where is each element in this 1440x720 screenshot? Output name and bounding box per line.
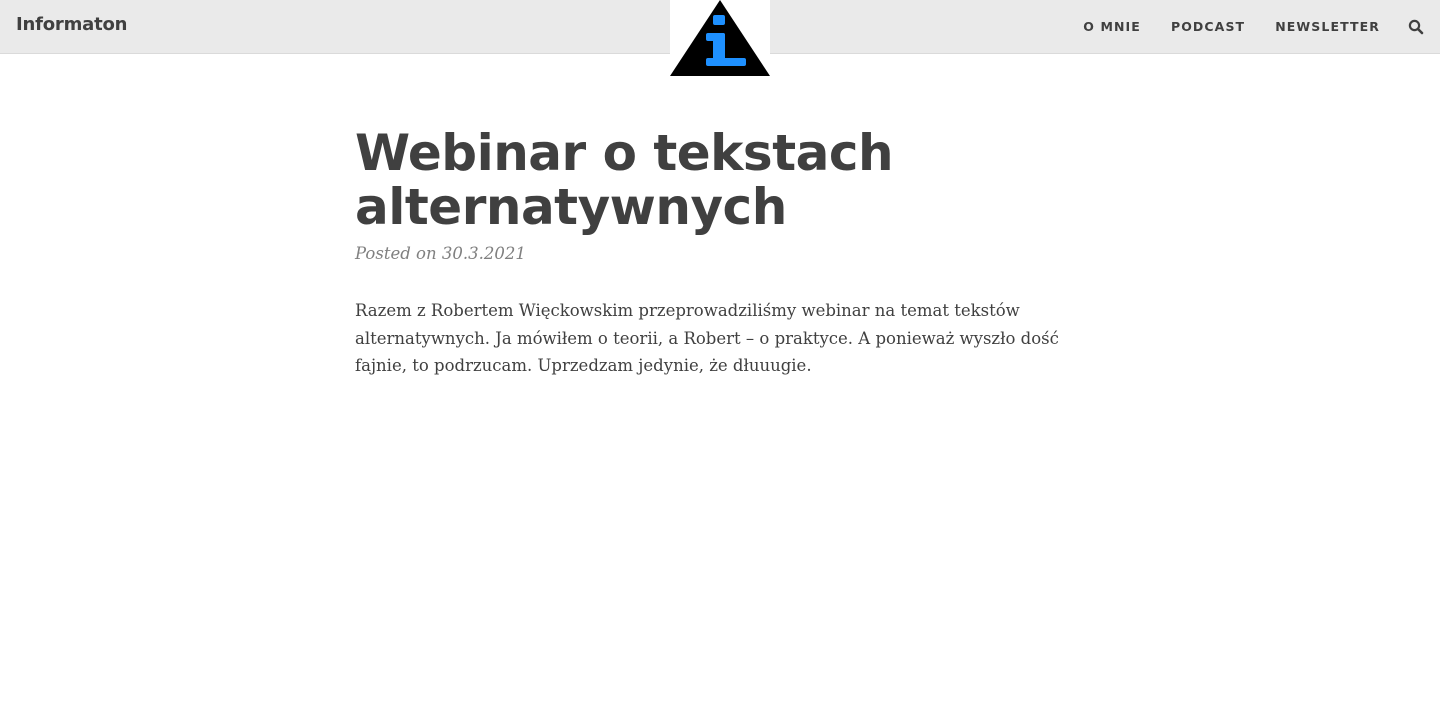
- main-nav: O MNIE PODCAST NEWSLETTER: [1083, 19, 1380, 34]
- post-body-paragraph: Razem z Robertem Więckowskim przeprowadz…: [355, 301, 1059, 375]
- post-meta: Posted on 30.3.2021: [355, 244, 526, 263]
- nav-item-podcast[interactable]: PODCAST: [1171, 19, 1245, 34]
- post-article: Webinar o tekstach alternatywnych Posted…: [355, 126, 1085, 380]
- info-triangle-icon: [670, 0, 770, 76]
- site-navbar: Informaton O MNIE PODCAST NEWSLETTER: [0, 0, 1440, 76]
- nav-item-o-mnie[interactable]: O MNIE: [1083, 19, 1141, 34]
- site-brand-link[interactable]: Informaton: [16, 14, 127, 35]
- site-logo[interactable]: [670, 0, 770, 76]
- search-icon: [1408, 19, 1424, 35]
- post-title: Webinar o tekstach alternatywnych: [355, 124, 894, 236]
- nav-item-newsletter[interactable]: NEWSLETTER: [1275, 19, 1380, 34]
- search-button[interactable]: [1408, 19, 1424, 35]
